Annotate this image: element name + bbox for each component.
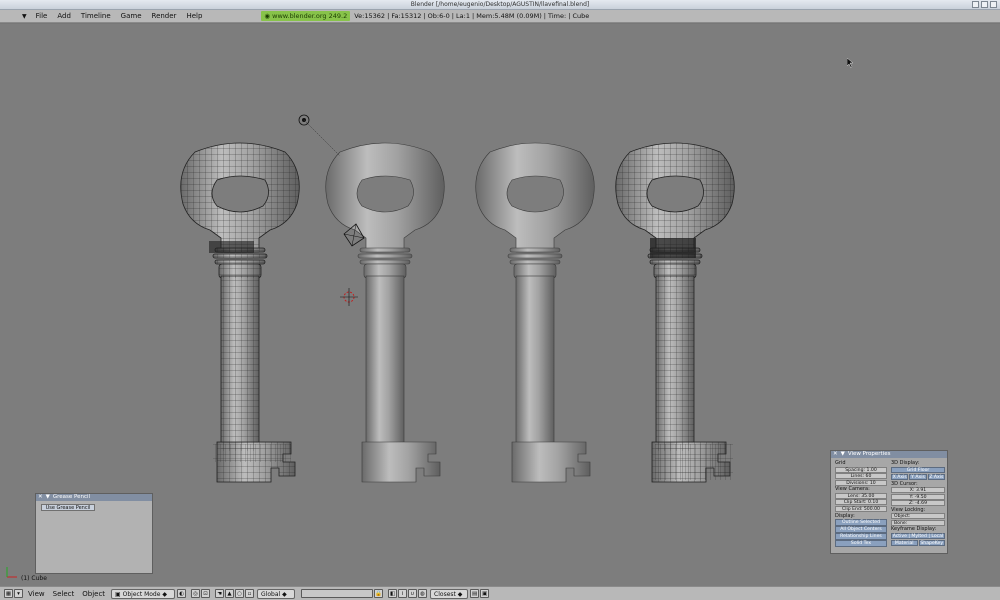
- orientation-value: Global: [261, 590, 281, 598]
- clip-start-field[interactable]: Clip Start: 0.10: [835, 499, 887, 506]
- window-type-menu-icon[interactable]: ▼: [22, 13, 27, 20]
- grid-spacing-field[interactable]: Spacing: 1.00: [835, 466, 887, 473]
- align-icon[interactable]: ⊡: [201, 589, 211, 598]
- menu-select[interactable]: Select: [49, 590, 79, 598]
- solid-tex-toggle[interactable]: Solid Tex: [835, 540, 887, 547]
- blender-logo-icon: ◉: [264, 12, 273, 20]
- editor-type-icon[interactable]: ▦: [4, 589, 13, 598]
- menu-help[interactable]: Help: [181, 10, 207, 23]
- key-solid-left[interactable]: [325, 142, 445, 483]
- mouse-cursor-icon: [846, 57, 855, 70]
- cursor-y-field[interactable]: Y: -9.50: [891, 493, 945, 500]
- grease-pencil-header[interactable]: ✕ ▼ Grease Pencil: [36, 494, 152, 501]
- minimize-button[interactable]: [972, 1, 979, 8]
- use-grease-pencil-button[interactable]: Use Grease Pencil: [41, 504, 95, 511]
- z-axis-toggle[interactable]: Z Axis: [927, 473, 945, 480]
- lock-object-field[interactable]: Object:: [891, 513, 945, 520]
- 3d-cursor-icon[interactable]: [340, 288, 358, 306]
- mode-value: Object Mode: [122, 590, 161, 598]
- collapse-icon[interactable]: ▼: [46, 494, 50, 501]
- view-properties-title: View Properties: [847, 451, 891, 457]
- scale-icon[interactable]: ▫: [245, 589, 255, 598]
- menu-timeline[interactable]: Timeline: [76, 10, 116, 23]
- site-text: www.blender.org 249.2: [272, 12, 348, 20]
- menu-file[interactable]: File: [31, 10, 53, 23]
- view-properties-panel: ✕ ▼ View Properties Grid Spacing: 1.00 L…: [830, 450, 948, 554]
- grid-divisions-field[interactable]: Divisions: 10: [835, 479, 887, 486]
- window-titlebar: Blender [/home/eugenio/Desktop/AGUSTIN/l…: [0, 0, 1000, 10]
- 3d-view-header: ▦ ▾ View Select Object ▣ Object Mode ◆ ◐…: [0, 586, 1000, 600]
- grid-floor-toggle[interactable]: Grid Floor: [891, 466, 945, 473]
- mode-select[interactable]: ▣ Object Mode ◆: [111, 588, 176, 599]
- snap-magnet-icon[interactable]: ∪: [408, 589, 418, 598]
- menu-game[interactable]: Game: [116, 10, 147, 23]
- lens-field[interactable]: Lens: 35.00: [835, 492, 887, 499]
- grease-pencil-panel: ✕ ▼ Grease Pencil Use Grease Pencil: [35, 493, 153, 574]
- window-title: Blender [/home/eugenio/Desktop/AGUSTIN/l…: [410, 1, 590, 8]
- keyframe-modes-toggle[interactable]: Active | Mylted | Local: [891, 532, 945, 540]
- hand-manipulator-icon[interactable]: ☚: [215, 589, 225, 598]
- pivot-icon[interactable]: ◎: [191, 589, 201, 598]
- camera-render-icon[interactable]: ▣: [480, 589, 490, 598]
- blender-site-badge[interactable]: ◉ www.blender.org 249.2: [261, 11, 351, 21]
- x-axis-toggle[interactable]: X Axis: [891, 473, 909, 480]
- grease-pencil-title: Grease Pencil: [52, 494, 91, 500]
- collapse-icon[interactable]: ▼: [841, 451, 845, 458]
- close-icon[interactable]: ✕: [38, 494, 43, 501]
- info-icon[interactable]: i: [398, 589, 408, 598]
- close-icon[interactable]: ✕: [833, 451, 838, 458]
- grid-lines-field[interactable]: Lines: 60: [835, 473, 887, 480]
- snap-target-icon[interactable]: ◍: [418, 589, 428, 598]
- y-axis-toggle[interactable]: Y Axis: [909, 473, 927, 480]
- cursor-z-field[interactable]: Z: -4.69: [891, 500, 945, 507]
- maximize-button[interactable]: [981, 1, 988, 8]
- main-menubar: ▼ File Add Timeline Game Render Help ◉ w…: [0, 10, 1000, 23]
- clip-end-field[interactable]: Clip End: 500.00: [835, 505, 887, 512]
- axis-gizmo-icon: [4, 566, 18, 580]
- key-wireframe-left[interactable]: [180, 142, 300, 483]
- close-window-button[interactable]: [990, 1, 997, 8]
- snap-value: Closest: [434, 590, 456, 598]
- orientation-select[interactable]: Global ◆: [257, 588, 296, 599]
- menu-view[interactable]: View: [24, 590, 49, 598]
- material-toggle[interactable]: Material: [891, 539, 918, 547]
- render-icon[interactable]: ◧: [388, 589, 398, 598]
- draw-type-icon[interactable]: ◐: [177, 589, 187, 598]
- lamp-object[interactable]: [298, 114, 341, 157]
- rotate-icon[interactable]: ○: [235, 589, 245, 598]
- menu-object[interactable]: Object: [78, 590, 109, 598]
- snap-mode-select[interactable]: Closest ◆: [430, 588, 469, 599]
- menu-add[interactable]: Add: [52, 10, 76, 23]
- outline-selected-toggle[interactable]: Outline Selected: [835, 519, 887, 526]
- all-object-centers-toggle[interactable]: All Object Centers: [835, 526, 887, 533]
- menu-render[interactable]: Render: [147, 10, 182, 23]
- key-wireframe-right[interactable]: [615, 142, 735, 483]
- scene-stats: Ve:15362 | Fa:15312 | Ob:6-0 | La:1 | Me…: [354, 12, 590, 20]
- relationship-lines-toggle[interactable]: Relationship Lines: [835, 533, 887, 540]
- translate-icon[interactable]: ▲: [225, 589, 235, 598]
- layer-buttons[interactable]: [301, 589, 374, 598]
- header-collapse-icon[interactable]: ▾: [14, 589, 23, 598]
- view-properties-header[interactable]: ✕ ▼ View Properties: [831, 451, 947, 458]
- cursor-x-field[interactable]: X: 3.91: [891, 487, 945, 493]
- shapekey-toggle[interactable]: ShapeKey: [918, 539, 945, 547]
- key-solid-right[interactable]: [475, 142, 595, 483]
- active-object-label: (1) Cube: [21, 575, 47, 582]
- cube-icon: ▣: [115, 590, 123, 598]
- lock-bone-field[interactable]: Bone:: [891, 519, 945, 526]
- render-preview-icon[interactable]: ▤: [470, 589, 480, 598]
- lock-icon[interactable]: 🔒: [374, 589, 384, 598]
